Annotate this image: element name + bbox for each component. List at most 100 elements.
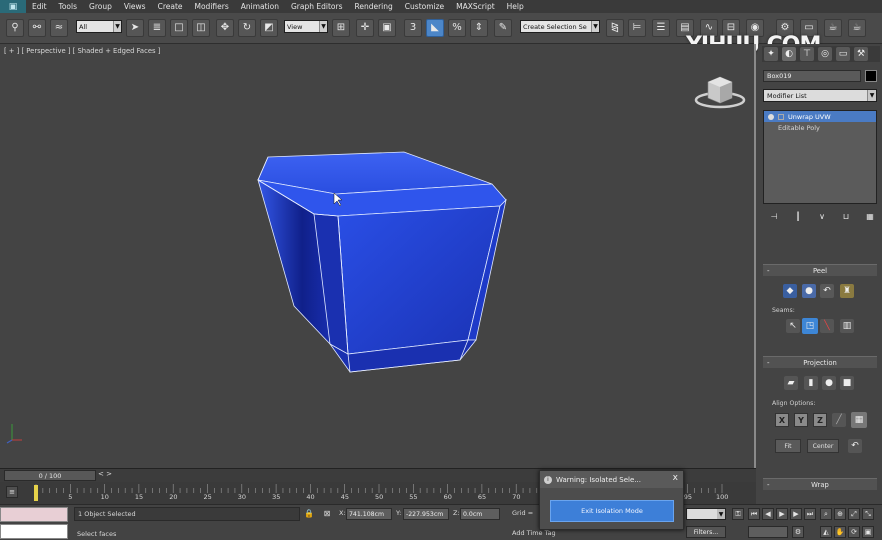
next-frame-icon[interactable]: ▶ xyxy=(790,508,802,520)
select-by-name-icon[interactable]: ≣ xyxy=(148,19,166,37)
x-coord-field[interactable]: 741.108cm xyxy=(346,508,392,520)
scale-icon[interactable]: ◩ xyxy=(260,19,278,37)
menu-group[interactable]: Group xyxy=(83,2,118,11)
unlink-icon[interactable]: ⚯ xyxy=(28,19,46,37)
zoom-icon[interactable]: ⌕ xyxy=(820,508,832,520)
wrap-rollout-header[interactable]: - Wrap xyxy=(763,478,877,490)
remove-modifier-icon[interactable]: ⊔ xyxy=(840,211,852,221)
zoom-extents-icon[interactable]: ⤢ xyxy=(848,508,860,520)
angle-snap-icon[interactable]: ◣ xyxy=(426,19,444,37)
rotate-icon[interactable]: ↻ xyxy=(238,19,256,37)
close-icon[interactable]: x xyxy=(673,473,678,483)
align-to-view-icon[interactable]: ▦ xyxy=(851,412,867,428)
hierarchy-tab-icon[interactable]: ⊤ xyxy=(800,47,814,61)
edit-named-selection-icon[interactable]: ✎ xyxy=(494,19,512,37)
modifier-list-dropdown[interactable]: Modifier List ▼ xyxy=(763,89,877,102)
menu-help[interactable]: Help xyxy=(501,2,530,11)
maxscript-listener-input[interactable] xyxy=(0,507,68,522)
previous-frame-icon[interactable]: ◀ xyxy=(762,508,774,520)
time-configuration-icon[interactable]: ⚙ xyxy=(792,526,804,538)
z-coord-field[interactable]: 0.0cm xyxy=(460,508,500,520)
exit-isolation-mode-button[interactable]: Exit Isolation Mode xyxy=(550,500,674,522)
object-name-field[interactable]: Box019 xyxy=(763,70,861,82)
zoom-extents-all-icon[interactable]: ⤡ xyxy=(862,508,874,520)
keyboard-shortcut-icon[interactable]: ▣ xyxy=(378,19,396,37)
show-end-result-icon[interactable]: ┃ xyxy=(792,211,804,221)
spinner-snap-icon[interactable]: ⇕ xyxy=(470,19,488,37)
lightbulb-icon[interactable] xyxy=(768,113,774,120)
rectangular-selection-icon[interactable]: □ xyxy=(170,19,188,37)
absolute-mode-icon[interactable]: ⊠ xyxy=(322,508,332,519)
pivot-center-icon[interactable]: ⊞ xyxy=(332,19,350,37)
stack-item-unwrap-uvw[interactable]: Unwrap UVW xyxy=(764,111,876,122)
go-to-end-icon[interactable]: ⏭ xyxy=(804,508,816,520)
projection-rollout-header[interactable]: - Projection xyxy=(763,356,877,368)
selection-filter-dropdown[interactable]: All ▼ xyxy=(76,20,122,33)
planar-map-icon[interactable]: ▰ xyxy=(784,376,798,390)
viewcube-icon[interactable] xyxy=(694,72,746,112)
make-unique-icon[interactable]: ∨ xyxy=(816,211,828,221)
pelt-map-icon[interactable]: ● xyxy=(802,284,816,298)
align-y-button[interactable]: Y xyxy=(794,413,808,427)
menu-maxscript[interactable]: MAXScript xyxy=(450,2,501,11)
align-z-button[interactable]: Z xyxy=(813,413,827,427)
pan-icon[interactable]: ✋ xyxy=(834,526,846,538)
warning-title-bar[interactable]: i Warning: Isolated Sele... x xyxy=(540,471,683,488)
percent-snap-icon[interactable]: % xyxy=(448,19,466,37)
expand-box-icon[interactable] xyxy=(778,113,784,120)
box-mesh[interactable] xyxy=(0,44,756,468)
named-selection-dropdown[interactable]: Create Selection Se ▼ xyxy=(520,20,600,33)
snap-toggle-icon[interactable]: 3 xyxy=(404,19,422,37)
peel-rollout-header[interactable]: - Peel xyxy=(763,264,877,276)
render-iterative-icon[interactable]: ☕ xyxy=(848,19,866,37)
edit-seams-icon[interactable]: ◳ xyxy=(802,318,818,334)
pin-icon[interactable]: ♜ xyxy=(840,284,854,298)
align-x-button[interactable]: X xyxy=(775,413,789,427)
align-icon[interactable]: ⊨ xyxy=(628,19,646,37)
select-manipulate-icon[interactable]: ✛ xyxy=(356,19,374,37)
current-frame-field[interactable] xyxy=(748,526,788,538)
menu-animation[interactable]: Animation xyxy=(235,2,285,11)
move-icon[interactable]: ✥ xyxy=(216,19,234,37)
menu-edit[interactable]: Edit xyxy=(26,2,53,11)
time-slider-thumb[interactable]: 0 / 100 xyxy=(4,470,96,481)
menu-rendering[interactable]: Rendering xyxy=(348,2,398,11)
reference-coordinate-dropdown[interactable]: View ▼ xyxy=(284,20,328,33)
reset-peel-icon[interactable]: ↶ xyxy=(820,284,834,298)
stack-item-editable-poly[interactable]: Editable Poly xyxy=(764,122,876,133)
maxscript-listener-output[interactable] xyxy=(0,524,68,539)
fit-button[interactable]: Fit xyxy=(775,439,801,453)
add-time-tag-button[interactable]: Add Time Tag xyxy=(512,529,556,537)
layer-manager-icon[interactable]: ☰ xyxy=(652,19,670,37)
app-logo-icon[interactable]: ▣ xyxy=(0,0,26,13)
quick-peel-icon[interactable]: ◆ xyxy=(783,284,797,298)
object-color-swatch[interactable] xyxy=(865,70,877,82)
play-icon[interactable]: ▶ xyxy=(776,508,788,520)
mini-curve-editor-icon[interactable]: ≡ xyxy=(6,486,18,498)
point-to-point-seam-icon[interactable]: ↖ xyxy=(786,319,800,333)
menu-customize[interactable]: Customize xyxy=(399,2,450,11)
center-button[interactable]: Center xyxy=(807,439,839,453)
pin-stack-icon[interactable]: ⊣ xyxy=(768,211,780,221)
lock-icon[interactable]: 🔒 xyxy=(304,508,314,519)
time-slider-arrows[interactable]: < > xyxy=(98,470,112,478)
convert-edge-seam-icon[interactable]: ▥ xyxy=(840,319,854,333)
display-tab-icon[interactable]: ▭ xyxy=(836,47,850,61)
orbit-icon[interactable]: ⟳ xyxy=(848,526,860,538)
key-filters-button[interactable]: Filters... xyxy=(686,526,726,538)
menu-create[interactable]: Create xyxy=(152,2,189,11)
menu-graph-editors[interactable]: Graph Editors xyxy=(285,2,349,11)
create-tab-icon[interactable]: ✦ xyxy=(764,47,778,61)
edge-selection-seam-icon[interactable]: ╲ xyxy=(820,319,834,333)
field-of-view-icon[interactable]: ◭ xyxy=(820,526,832,538)
menu-views[interactable]: Views xyxy=(118,2,152,11)
set-key-icon[interactable]: ⚿ xyxy=(732,508,744,520)
utilities-tab-icon[interactable]: ⚒ xyxy=(854,47,868,61)
select-object-icon[interactable]: ➤ xyxy=(126,19,144,37)
menu-modifiers[interactable]: Modifiers xyxy=(189,2,235,11)
box-map-icon[interactable]: ■ xyxy=(840,376,854,390)
modify-tab-icon[interactable]: ◐ xyxy=(782,47,796,61)
cylindrical-map-icon[interactable]: ▮ xyxy=(804,376,818,390)
go-to-start-icon[interactable]: ⏮ xyxy=(748,508,760,520)
key-filter-dropdown[interactable]: ▼ xyxy=(686,508,726,520)
